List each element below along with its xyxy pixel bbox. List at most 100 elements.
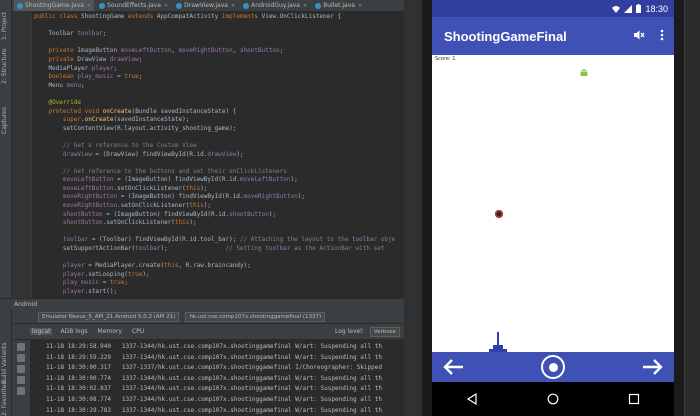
nav-recents-icon[interactable]	[628, 393, 640, 405]
close-tab-icon[interactable]: ✕	[164, 3, 168, 9]
logcat-output[interactable]: 11-18 18:29:58.940 1337-1344/hk.ust.cse.…	[46, 342, 404, 416]
code-line: moveRightButton = (ImageButton) findView…	[62, 193, 305, 201]
status-bar: 18:30	[432, 0, 674, 17]
signal-icon	[624, 4, 633, 13]
tab-bullet-java[interactable]: Bullet.java ✕	[312, 0, 366, 11]
line-number-gutter	[12, 11, 32, 298]
logcat-toolbar: logcat ADB logs Memory CPU Log level: Ve…	[12, 324, 404, 339]
emulator-frame: 18:30 ShootingGameFinal Score: 1	[422, 0, 684, 416]
app-toolbar: ShootingGameFinal	[432, 17, 674, 55]
device-combo[interactable]: Emulator Nexus_5_API_21 Android 5.0.2 (A…	[38, 311, 180, 322]
java-class-icon	[17, 2, 23, 9]
close-tab-icon[interactable]: ✕	[231, 3, 235, 9]
code-line: drawView = (DrawView) findViewById(R.id.…	[62, 150, 244, 158]
close-tab-icon[interactable]: ✕	[358, 3, 362, 9]
tab-label: ShootingGame.java	[25, 2, 84, 9]
code-line: shootButton.setOnClickListener(this);	[62, 219, 197, 227]
project-tool-tab[interactable]: 1: Project	[1, 4, 11, 40]
java-class-icon	[176, 2, 183, 9]
log-line: 11-18 18:30:00.774 1337-1344/hk.ust.cse.…	[46, 374, 382, 382]
close-icon[interactable]	[17, 387, 25, 395]
build-variants-tool-tab[interactable]: Build Variants	[1, 340, 11, 384]
android-guy-icon	[580, 69, 588, 76]
nav-back-icon[interactable]	[466, 393, 478, 405]
bullet-sprite	[495, 210, 503, 218]
log-level-select[interactable]: Verbose	[369, 326, 400, 337]
favorites-tool-tab[interactable]: 2: Favorites	[1, 381, 11, 416]
code-line: setSupportActionBar(toolbar); // Setting…	[34, 245, 385, 253]
java-class-icon	[99, 2, 106, 9]
code-line: moveRightButton.setOnClickListener(this)…	[62, 202, 212, 210]
process-combo[interactable]: hk.ust.cse.comp107x.shootinggamefinal (1…	[185, 311, 326, 322]
tab-cpu[interactable]: CPU	[130, 328, 146, 335]
tab-label: SoundEffects.java	[107, 2, 161, 9]
code-line: private ImageButton moveLeftButton, move…	[48, 47, 284, 55]
android-panel-header: Android	[0, 298, 404, 310]
code-line: play_music = true;	[62, 279, 128, 287]
code-line: player.start();	[62, 288, 118, 295]
code-line: private DrawView drawView;	[48, 55, 143, 63]
java-class-icon	[243, 2, 250, 9]
code-line: protected void onCreate(Bundle savedInst…	[48, 107, 237, 115]
game-canvas[interactable]: Score: 1	[432, 55, 674, 352]
code-editor[interactable]: public class ShootingGame extends AppCom…	[34, 13, 404, 298]
overflow-menu-icon[interactable]	[656, 29, 668, 43]
log-line: 11-18 18:30:02.837 1337-1344/hk.ust.cse.…	[46, 385, 382, 393]
captures-tool-tab[interactable]: Captures	[1, 100, 11, 134]
wifi-icon	[612, 5, 621, 13]
clear-log-icon[interactable]	[17, 343, 25, 351]
log-line: 11-18 18:29:58.940 1337-1344/hk.ust.cse.…	[46, 343, 382, 350]
log-line: 11-18 18:29:59.229 1337-1344/hk.ust.cse.…	[46, 353, 382, 361]
tab-soundeffects-java[interactable]: SoundEffects.java ✕	[96, 0, 172, 11]
code-line: // Get reference to the buttons and set …	[34, 167, 287, 175]
left-tool-strip: 1: Project 2: Structure Captures Build V…	[0, 0, 12, 416]
tab-memory[interactable]: Memory	[96, 328, 124, 335]
log-line: 11-18 18:30:00.317 1337-1337/hk.ust.cse.…	[46, 364, 382, 372]
tab-label: AndroidGuy.java	[251, 2, 300, 9]
tab-label: DrawView.java	[184, 2, 228, 9]
tab-shootinggame-java[interactable]: ShootingGame.java ✕	[14, 0, 95, 11]
settings-icon[interactable]	[17, 376, 25, 384]
tab-drawview-java[interactable]: DrawView.java ✕	[173, 0, 239, 11]
close-tab-icon[interactable]: ✕	[303, 3, 307, 9]
code-line: public class ShootingGame extends AppCom…	[34, 13, 342, 20]
code-line: @Override	[48, 98, 81, 106]
shoot-circle-icon	[548, 362, 558, 372]
logcat-tool-gutter	[12, 340, 30, 416]
move-left-button[interactable]	[442, 358, 464, 376]
log-line: 11-18 18:30:08.774 1337-1344/hk.ust.cse.…	[46, 395, 382, 403]
arrow-left-icon	[443, 359, 463, 375]
arrow-right-icon	[643, 359, 663, 375]
tab-logcat[interactable]: logcat	[30, 328, 53, 335]
close-tab-icon[interactable]: ✕	[87, 3, 91, 9]
code-line: player.setLooping(true);	[62, 270, 150, 278]
volume-off-icon[interactable]	[630, 29, 648, 44]
code-line: moveLeftButton = (ImageButton) findViewB…	[62, 176, 298, 184]
code-line: MediaPlayer player;	[34, 64, 118, 72]
java-class-icon	[315, 2, 322, 9]
window-divider[interactable]	[404, 0, 422, 416]
code-line: super.onCreate(savedInstanceState);	[62, 116, 190, 124]
tab-adb-logs[interactable]: ADB logs	[58, 328, 89, 335]
restart-icon[interactable]	[17, 365, 25, 373]
code-line: toolbar = (Toolbar) findViewById(R.id.to…	[62, 236, 396, 244]
structure-tool-tab[interactable]: 2: Structure	[1, 44, 11, 84]
move-right-button[interactable]	[642, 358, 664, 376]
nav-home-icon[interactable]	[547, 393, 559, 405]
app-title: ShootingGameFinal	[444, 28, 567, 44]
tab-androidguy-java[interactable]: AndroidGuy.java ✕	[240, 0, 311, 11]
tab-label: Bullet.java	[323, 2, 355, 9]
code-line: // Get a reference to the Custom View	[34, 141, 197, 149]
scroll-to-end-icon[interactable]	[17, 354, 25, 362]
log-level-label: Log level:	[334, 328, 364, 335]
code-line: shootButton = (ImageButton) findViewById…	[62, 210, 277, 218]
shoot-button[interactable]	[541, 355, 565, 379]
system-nav-bar	[432, 382, 674, 416]
android-studio-ide: 1: Project 2: Structure Captures Build V…	[0, 0, 404, 416]
battery-icon	[636, 4, 642, 13]
code-line: moveLeftButton.setOnClickListener(this);	[62, 184, 208, 192]
